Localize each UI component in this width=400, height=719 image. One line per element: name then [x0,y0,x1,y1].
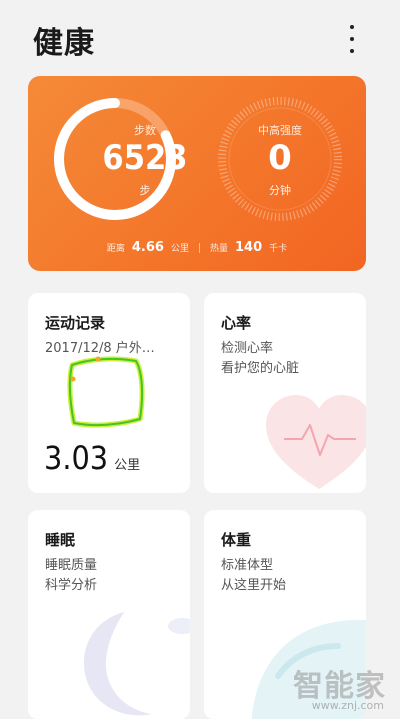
distance-unit: 公里 [170,244,189,254]
watermark-url: www.znj.com [311,699,384,712]
calories-value: 140 [234,240,263,255]
intensity-value: 0 [268,138,292,178]
heart-rate-line1: 检测心率 [221,341,274,356]
heart-rate-card-title: 心率 [221,314,252,332]
exercise-distance: 3.03 公里 [44,439,140,477]
moon-icon [83,612,190,716]
daily-summary-card[interactable]: 步数 6523 步 中高强度 0 分钟 距离 4.66 公里 热量 140 千卡 [28,76,366,271]
exercise-card-title: 运动记录 [45,314,106,332]
calories-label: 热量 [209,244,228,254]
footer-divider [198,242,200,253]
sleep-line2: 科学分析 [45,578,98,593]
heart-icon [266,395,366,489]
weight-line1: 标准体型 [221,558,274,573]
heart-rate-card[interactable]: 心率 检测心率 看护您的心脏 [204,293,366,493]
steps-value: 6523 [102,138,188,178]
sleep-card[interactable]: 睡眠 睡眠质量 科学分析 [28,510,190,719]
route-map-icon [67,356,145,428]
site-watermark: 智能家 www.znj.com [282,655,400,719]
intensity-unit: 分钟 [269,184,291,197]
steps-unit: 步 [139,184,151,197]
heart-rate-line2: 看护您的心脏 [221,361,300,376]
exercise-distance-unit: 公里 [114,458,141,473]
weight-line2: 从这里开始 [221,578,287,593]
calories-unit: 千卡 [269,244,288,254]
distance-label: 距离 [106,244,125,254]
app-header: 健康 [0,0,400,76]
summary-footer: 距离 4.66 公里 热量 140 千卡 [28,240,366,255]
distance-value: 4.66 [131,240,164,255]
sleep-card-title: 睡眠 [45,531,76,549]
page-title: 健康 [33,26,95,61]
steps-label: 步数 [134,124,156,137]
sleep-line1: 睡眠质量 [45,558,98,573]
exercise-distance-value: 3.03 [44,439,109,477]
intensity-label: 中高强度 [258,124,302,137]
more-options-icon[interactable] [338,22,366,56]
exercise-record-card[interactable]: 运动记录 2017/12/8 户外… 3.03 公里 [28,293,190,493]
weight-card-title: 体重 [221,531,252,549]
